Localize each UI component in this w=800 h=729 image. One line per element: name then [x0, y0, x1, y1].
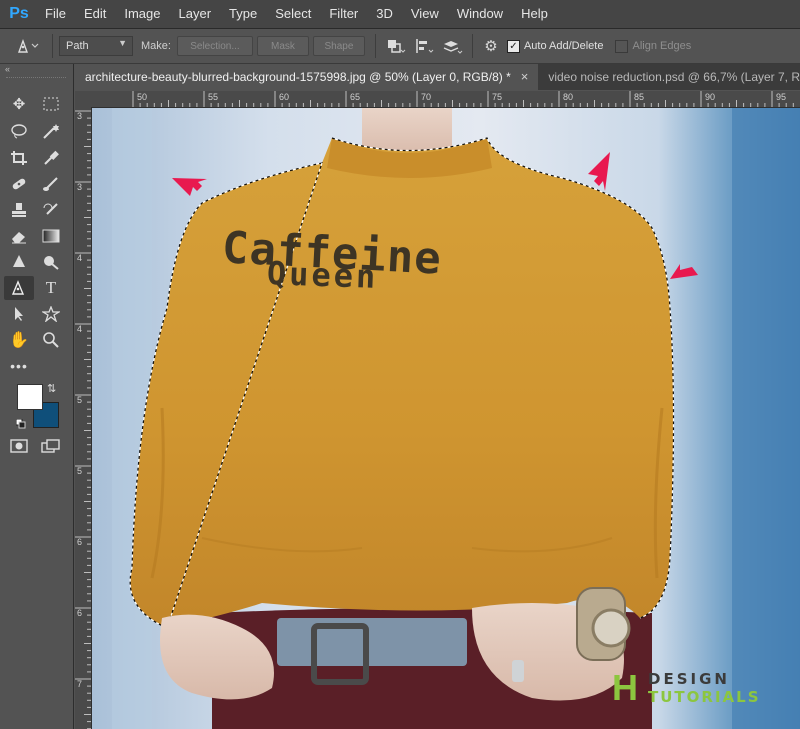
- ruler-label: 3: [77, 111, 83, 121]
- auto-add-delete-label: Auto Add/Delete: [523, 40, 604, 52]
- ruler-label: 4: [77, 324, 83, 334]
- path-arrangement-icon[interactable]: [438, 34, 466, 58]
- gradient-icon[interactable]: [38, 224, 64, 248]
- menu-select[interactable]: Select: [266, 0, 320, 28]
- menu-image[interactable]: Image: [115, 0, 169, 28]
- hand-icon[interactable]: ✋: [6, 328, 32, 352]
- gear-icon[interactable]: ⚙: [479, 34, 503, 58]
- ruler-label: 95: [776, 92, 787, 102]
- mode-value: Path: [66, 40, 89, 52]
- make-mask-button[interactable]: Mask: [256, 36, 309, 56]
- menu-bar: Ps File Edit Image Layer Type Select Fil…: [0, 0, 800, 29]
- auto-add-delete-checkbox[interactable]: ✓: [506, 39, 520, 53]
- app-logo[interactable]: Ps: [8, 4, 30, 24]
- watermark-line2: TUTORIALS: [648, 688, 761, 706]
- screen-mode-icon[interactable]: [38, 434, 64, 458]
- ruler-label: 5: [77, 466, 83, 476]
- path-alignment-icon[interactable]: [410, 34, 438, 58]
- make-label: Make:: [141, 40, 171, 52]
- toolbox-collapse-icon[interactable]: «: [5, 64, 10, 74]
- document-canvas[interactable]: Caffeine Queen: [92, 108, 800, 729]
- ruler-label: 7: [77, 679, 83, 689]
- menu-3d[interactable]: 3D: [367, 0, 402, 28]
- menu-help[interactable]: Help: [512, 0, 557, 28]
- menu-view[interactable]: View: [402, 0, 448, 28]
- watermark-line1: DESIGN: [648, 670, 730, 688]
- dodge-icon[interactable]: [38, 250, 64, 274]
- ruler-label: 6: [77, 537, 83, 547]
- watermark-letter: H: [612, 667, 638, 708]
- ruler-label: 65: [350, 92, 361, 102]
- custom-shape-icon[interactable]: [38, 302, 64, 326]
- menu-filter[interactable]: Filter: [320, 0, 367, 28]
- ruler-label: 4: [77, 253, 83, 263]
- type-icon[interactable]: T: [38, 276, 64, 300]
- options-bar: Path ▼ Make: Selection... Mask Shape ⚙ ✓…: [0, 29, 800, 64]
- blur-icon[interactable]: [6, 250, 32, 274]
- close-icon[interactable]: ×: [521, 64, 529, 90]
- menu-layer[interactable]: Layer: [170, 0, 221, 28]
- swap-colors-icon[interactable]: ⇅: [47, 382, 56, 395]
- align-edges-label: Align Edges: [632, 40, 692, 52]
- ruler-horizontal[interactable]: 50 55 60 65 70 75 80 85 90 95: [75, 91, 800, 108]
- make-shape-button[interactable]: Shape: [312, 36, 365, 56]
- tab-document-active[interactable]: architecture-beauty-blurred-background-1…: [75, 64, 539, 90]
- move-icon[interactable]: ✥: [6, 92, 32, 116]
- ruler-label: 60: [279, 92, 290, 102]
- stamp-icon[interactable]: [6, 198, 32, 222]
- pen-icon[interactable]: [4, 276, 34, 300]
- shirt-print-subtitle: Queen: [266, 254, 379, 296]
- foreground-color-swatch[interactable]: [17, 384, 43, 410]
- tab-document-inactive[interactable]: video noise reduction.psd @ 66,7% (Layer…: [538, 64, 800, 90]
- eraser-icon[interactable]: [6, 224, 32, 248]
- tab-title-inactive: video noise reduction.psd @ 66,7% (Layer…: [548, 70, 800, 84]
- path-operations-icon[interactable]: [382, 34, 410, 58]
- lasso-icon[interactable]: [6, 119, 32, 143]
- ruler-label: 6: [77, 608, 83, 618]
- path-selection-icon[interactable]: [6, 302, 32, 326]
- toolbox: « ✥ T ✋ ••• ⇅: [0, 64, 74, 729]
- menu-edit[interactable]: Edit: [75, 0, 115, 28]
- ruler-label: 75: [492, 92, 503, 102]
- eyedropper-icon[interactable]: [38, 146, 64, 170]
- design-tutorials-watermark: H DESIGN TUTORIALS: [612, 670, 767, 710]
- more-tools-icon[interactable]: •••: [6, 354, 32, 378]
- ruler-vertical[interactable]: 3 3 4 4 5 5 6 6 7: [75, 107, 92, 729]
- ruler-label: 50: [137, 92, 148, 102]
- quick-mask-icon[interactable]: [6, 434, 32, 458]
- canvas-image: [92, 108, 800, 729]
- ruler-label: 5: [77, 395, 83, 405]
- document-tab-bar: architecture-beauty-blurred-background-1…: [75, 64, 800, 90]
- crop-icon[interactable]: [6, 146, 32, 170]
- ruler-label: 80: [563, 92, 574, 102]
- tab-title-active: architecture-beauty-blurred-background-1…: [85, 70, 511, 84]
- ruler-label: 90: [705, 92, 716, 102]
- ruler-label: 3: [77, 182, 83, 192]
- zoom-icon[interactable]: [38, 328, 64, 352]
- ruler-label: 85: [634, 92, 645, 102]
- magic-wand-icon[interactable]: [38, 119, 64, 143]
- mode-select[interactable]: Path ▼: [59, 36, 133, 56]
- pen-tool-icon[interactable]: [10, 34, 46, 58]
- menu-window[interactable]: Window: [448, 0, 512, 28]
- make-selection-button[interactable]: Selection...: [176, 36, 253, 56]
- ruler-label: 55: [208, 92, 219, 102]
- brush-icon[interactable]: [38, 172, 64, 196]
- align-edges-checkbox[interactable]: [615, 39, 629, 53]
- ruler-label: 70: [421, 92, 432, 102]
- menu-file[interactable]: File: [36, 0, 75, 28]
- chevron-down-icon: ▼: [118, 38, 127, 48]
- healing-brush-icon[interactable]: [6, 172, 32, 196]
- history-brush-icon[interactable]: [38, 198, 64, 222]
- ruler-vertical-ticks: [75, 110, 91, 729]
- default-colors-icon[interactable]: [15, 418, 26, 429]
- menu-type[interactable]: Type: [220, 0, 266, 28]
- marquee-icon[interactable]: [38, 92, 64, 116]
- ruler-horizontal-ticks: [132, 91, 794, 107]
